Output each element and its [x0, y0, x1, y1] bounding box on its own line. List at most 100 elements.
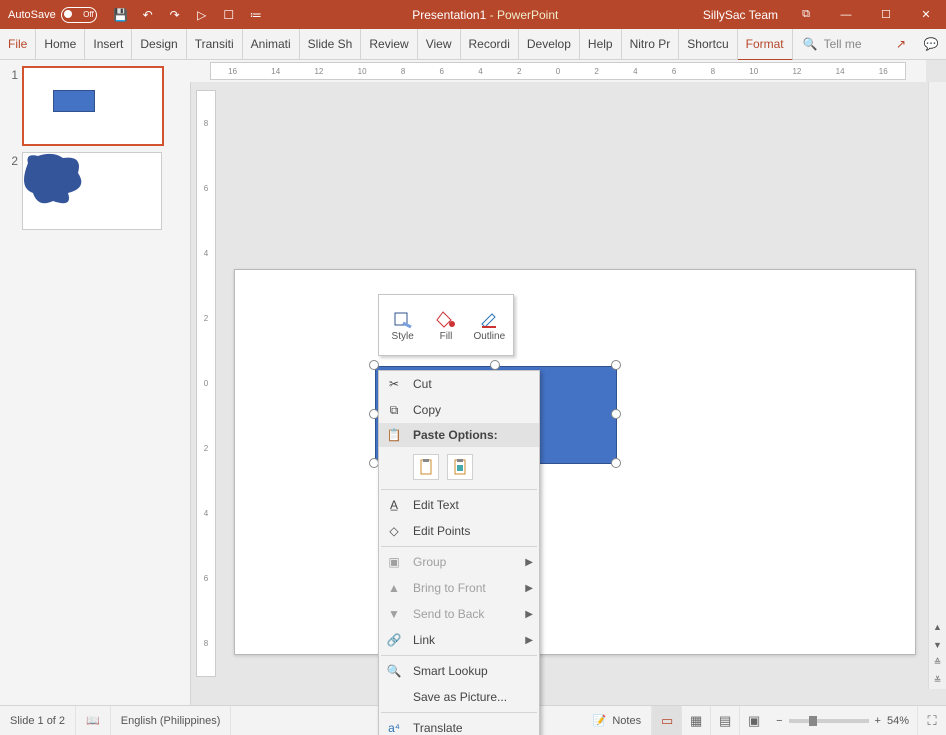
- mini-style-button[interactable]: Style: [382, 298, 423, 352]
- autosave-label: AutoSave: [8, 9, 56, 21]
- account-name[interactable]: SillySac Team: [703, 8, 778, 22]
- ctx-bring-front-label: Bring to Front: [413, 581, 486, 595]
- undo-button[interactable]: ↶: [136, 3, 160, 27]
- comments-button[interactable]: 💬: [916, 29, 946, 59]
- thumb-row: 2: [0, 146, 190, 230]
- save-button[interactable]: 💾: [109, 3, 133, 27]
- tab-developer[interactable]: Develop: [519, 29, 580, 59]
- notes-label: Notes: [612, 715, 641, 727]
- redo-button[interactable]: ↷: [163, 3, 187, 27]
- maximize-button[interactable]: ☐: [866, 0, 906, 29]
- document-name: Presentation1: [412, 8, 486, 22]
- notes-button[interactable]: 📝 Notes: [583, 706, 652, 735]
- ctx-copy-label: Copy: [413, 403, 441, 417]
- next-slide-button[interactable]: ≚: [929, 672, 946, 689]
- tab-view[interactable]: View: [418, 29, 461, 59]
- ctx-translate[interactable]: a⁴ Translate: [379, 715, 539, 735]
- send-back-icon: ▼: [385, 605, 403, 623]
- slide-sorter-button[interactable]: ▦: [681, 706, 710, 735]
- edit-points-icon: ◇: [385, 522, 403, 540]
- shape-preview-icon: [53, 90, 95, 112]
- vertical-scrollbar[interactable]: ▲ ▼ ≙ ≚: [928, 82, 946, 689]
- tab-format[interactable]: Format: [738, 29, 793, 61]
- tab-animations[interactable]: Animati: [243, 29, 300, 59]
- slide-thumbnails-pane[interactable]: 1 2: [0, 60, 191, 707]
- zoom-in-button[interactable]: +: [875, 715, 881, 727]
- thumb-number: 1: [4, 66, 22, 82]
- ctx-link[interactable]: 🔗 Link ▶: [379, 627, 539, 653]
- minimize-button[interactable]: —: [826, 0, 866, 29]
- window-controls: ⧉ — ☐ ✕: [786, 0, 946, 29]
- scroll-down-button[interactable]: ▼: [929, 636, 946, 653]
- tab-file[interactable]: File: [0, 29, 36, 59]
- edit-text-icon: A̲: [385, 496, 403, 514]
- tab-review[interactable]: Review: [361, 29, 417, 59]
- ctx-link-label: Link: [413, 633, 435, 647]
- tab-help[interactable]: Help: [580, 29, 622, 59]
- zoom-out-button[interactable]: −: [776, 715, 782, 727]
- paste-as-picture[interactable]: [447, 454, 473, 480]
- tab-nitro[interactable]: Nitro Pr: [622, 29, 680, 59]
- slide-indicator[interactable]: Slide 1 of 2: [0, 706, 76, 735]
- autosave-toggle[interactable]: Off: [61, 7, 97, 23]
- tab-transitions[interactable]: Transiti: [187, 29, 243, 59]
- prev-slide-button[interactable]: ≙: [929, 654, 946, 671]
- zoom-slider-knob[interactable]: [809, 716, 817, 726]
- ribbon-tabs: File Home Insert Design Transiti Animati…: [0, 29, 946, 60]
- ribbon-display-button[interactable]: ⧉: [786, 0, 826, 29]
- brush-blob-icon: [23, 153, 88, 208]
- ruler-tick: 4: [204, 249, 208, 258]
- close-button[interactable]: ✕: [906, 0, 946, 29]
- bullets-button[interactable]: ≔: [244, 3, 268, 27]
- language-indicator[interactable]: English (Philippines): [111, 706, 232, 735]
- ctx-copy[interactable]: ⧉ Copy: [379, 397, 539, 423]
- window-title: Presentation1 - PowerPoint: [268, 8, 703, 22]
- paste-use-destination-theme[interactable]: [413, 454, 439, 480]
- zoom-level[interactable]: 54%: [887, 715, 909, 727]
- ctx-save-as-picture[interactable]: Save as Picture...: [379, 684, 539, 710]
- ruler-tick: 6: [440, 67, 444, 76]
- spellcheck-button[interactable]: 📖: [76, 706, 111, 735]
- mini-fill-button[interactable]: Fill: [425, 298, 466, 352]
- autosave-group: AutoSave Off: [8, 7, 97, 23]
- tell-me[interactable]: 🔍 Tell me: [793, 29, 872, 59]
- tab-home[interactable]: Home: [36, 29, 85, 59]
- ctx-send-back-label: Send to Back: [413, 607, 484, 621]
- slideshow-view-button[interactable]: ▣: [739, 706, 768, 735]
- blank-icon: [385, 688, 403, 706]
- ruler-tick: 0: [204, 379, 208, 388]
- mini-fill-label: Fill: [440, 331, 453, 342]
- ctx-edit-points[interactable]: ◇ Edit Points: [379, 518, 539, 544]
- ruler-tick: 4: [478, 67, 482, 76]
- slide-canvas[interactable]: [234, 269, 916, 655]
- slide-thumbnail-2[interactable]: [22, 152, 162, 230]
- zoom-slider[interactable]: [789, 719, 869, 723]
- ctx-cut[interactable]: ✂ Cut: [379, 371, 539, 397]
- ctx-separator: [381, 546, 537, 547]
- reading-view-button[interactable]: ▤: [710, 706, 739, 735]
- tab-recording[interactable]: Recordi: [461, 29, 519, 59]
- ctx-translate-label: Translate: [413, 721, 463, 735]
- ctx-edit-text[interactable]: A̲ Edit Text: [379, 492, 539, 518]
- normal-view-button[interactable]: ▭: [652, 706, 681, 735]
- submenu-arrow-icon: ▶: [525, 557, 533, 568]
- scroll-up-button[interactable]: ▲: [929, 618, 946, 635]
- fit-to-window-button[interactable]: ⛶: [917, 706, 946, 735]
- outline-icon: [479, 309, 499, 329]
- ctx-smart-lookup[interactable]: 🔍 Smart Lookup: [379, 658, 539, 684]
- ctx-cut-label: Cut: [413, 377, 432, 391]
- tab-insert[interactable]: Insert: [85, 29, 132, 59]
- autosave-state: Off: [83, 10, 94, 19]
- submenu-arrow-icon: ▶: [525, 583, 533, 594]
- style-icon: [393, 309, 413, 329]
- slide-thumbnail-1[interactable]: [22, 66, 164, 146]
- touch-mode-button[interactable]: ☐: [217, 3, 241, 27]
- clipboard-icon: [418, 459, 434, 475]
- slideshow-from-start-button[interactable]: ▷: [190, 3, 214, 27]
- tab-slideshow[interactable]: Slide Sh: [300, 29, 362, 59]
- tab-design[interactable]: Design: [132, 29, 186, 59]
- share-button[interactable]: ↗: [886, 29, 916, 59]
- mini-outline-button[interactable]: Outline: [469, 298, 510, 352]
- ctx-send-to-back: ▼ Send to Back ▶: [379, 601, 539, 627]
- tab-shortcut[interactable]: Shortcu: [679, 29, 737, 59]
